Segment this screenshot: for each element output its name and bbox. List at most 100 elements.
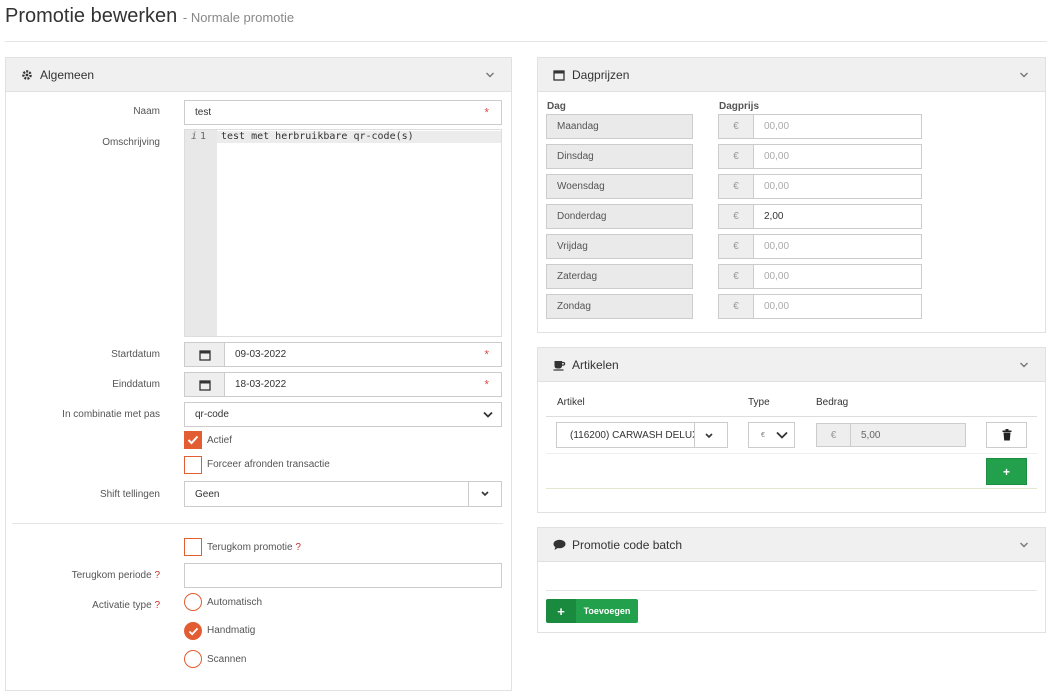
terugkom-periode-input[interactable]	[184, 563, 502, 588]
dagprijs-placeholder: 00,00	[764, 301, 790, 312]
bedrag-input[interactable]: 5,00	[850, 423, 966, 447]
day-label-box: Vrijdag	[546, 234, 693, 259]
dagprijs-input[interactable]: 00,00	[753, 294, 922, 319]
day-label-box: Zondag	[546, 294, 693, 319]
day-label-box: Dinsdag	[546, 144, 693, 169]
calendar-icon	[552, 68, 566, 82]
currency-addon: €	[718, 114, 754, 139]
dagprijs-input[interactable]: 00,00	[753, 234, 922, 259]
artikel-select[interactable]: (116200) CARWASH DELUXE	[556, 422, 728, 448]
batch-header[interactable]: Promotie code batch	[538, 528, 1045, 562]
col-dagprijs: Dagprijs	[719, 101, 760, 112]
help-icon[interactable]: ?	[154, 600, 160, 611]
dagprijs-input[interactable]: 2,00	[753, 204, 922, 229]
day-label-box: Donderdag	[546, 204, 693, 229]
algemeen-divider	[12, 523, 503, 524]
editor-line-text: test met herbruikbare qr-code(s)	[221, 131, 414, 142]
combinatie-label: In combinatie met pas	[62, 409, 160, 420]
artikel-row-rule	[546, 453, 1037, 454]
checkmark-icon	[188, 627, 198, 635]
radio-scannen-label: Scannen	[207, 654, 247, 665]
activatie-label: Activatie type ?	[0, 600, 160, 611]
dagprijzen-header[interactable]: Dagprijzen	[538, 58, 1045, 92]
radio-handmatig[interactable]	[184, 622, 202, 640]
dagprijs-input[interactable]: 00,00	[753, 144, 922, 169]
title-divider	[5, 41, 1047, 42]
einddatum-input[interactable]: 18-03-2022 *	[224, 372, 502, 397]
currency-addon: €	[718, 144, 754, 169]
type-value: €	[761, 431, 765, 439]
required-marker: *	[484, 104, 489, 119]
editor-gutter	[185, 130, 217, 336]
terugkom-periode-text: Terugkom periode	[71, 570, 152, 581]
einddatum-calendar-button[interactable]	[184, 372, 225, 397]
startdatum-input[interactable]: 09-03-2022 *	[224, 342, 502, 367]
actief-label: Actief	[207, 435, 233, 446]
artikelen-footer-rule	[546, 488, 1037, 489]
dagprijs-input[interactable]: 00,00	[753, 114, 922, 139]
dagprijs-placeholder: 00,00	[764, 241, 790, 252]
col-dag: Dag	[547, 101, 566, 112]
currency-addon: €	[718, 204, 754, 229]
add-artikel-button[interactable]: +	[986, 458, 1027, 485]
dagprijs-input[interactable]: 00,00	[753, 264, 922, 289]
page-title-text: Promotie bewerken	[5, 5, 178, 27]
chevron-down-icon[interactable]	[1019, 540, 1029, 550]
algemeen-title: Algemeen	[40, 67, 95, 82]
toevoegen-label: Toevoegen	[576, 599, 638, 623]
startdatum-calendar-button[interactable]	[184, 342, 225, 367]
artikelen-header[interactable]: Artikelen	[538, 348, 1045, 382]
combinatie-value: qr-code	[195, 409, 229, 420]
day-label-box: Maandag	[546, 114, 693, 139]
page-title: Promotie bewerken - Normale promotie	[5, 5, 294, 28]
actief-checkbox[interactable]	[184, 431, 202, 449]
dagprijs-placeholder: 00,00	[764, 181, 790, 192]
einddatum-value: 18-03-2022	[235, 379, 287, 390]
dagprijs-value: 2,00	[764, 211, 784, 222]
terugkom-promotie-checkbox[interactable]	[184, 538, 202, 556]
editor-info-marker: i	[191, 131, 198, 142]
radio-automatisch[interactable]	[184, 593, 202, 611]
chevron-down-icon[interactable]	[1019, 360, 1029, 370]
naam-input[interactable]: test *	[184, 100, 502, 125]
page-subtitle: - Normale promotie	[182, 10, 295, 25]
omschrijving-editor[interactable]: i 1 test met herbruikbare qr-code(s)	[184, 129, 502, 337]
startdatum-value: 09-03-2022	[235, 349, 287, 360]
chevron-down-icon	[481, 491, 489, 497]
artikelen-header-rule	[546, 416, 1037, 417]
chevron-down-icon	[705, 433, 713, 439]
shift-label: Shift tellingen	[99, 489, 160, 500]
chevron-down-icon[interactable]	[485, 70, 495, 80]
currency-addon: €	[718, 294, 754, 319]
artikelen-title: Artikelen	[572, 357, 619, 372]
help-icon[interactable]: ?	[154, 570, 160, 581]
currency-addon: €	[718, 174, 754, 199]
checkmark-icon	[187, 435, 199, 445]
algemeen-header[interactable]: Algemeen	[6, 58, 511, 92]
radio-automatisch-label: Automatisch	[207, 597, 263, 608]
shift-value: Geen	[195, 488, 220, 500]
activatie-text: Activatie type	[92, 600, 152, 611]
bedrag-currency: €	[816, 423, 851, 447]
help-icon[interactable]: ?	[295, 542, 301, 553]
radio-handmatig-label: Handmatig	[207, 625, 256, 636]
required-marker: *	[484, 346, 489, 361]
combinatie-select[interactable]: qr-code	[184, 402, 502, 427]
batch-rule	[546, 590, 1037, 591]
toevoegen-button[interactable]: + Toevoegen	[546, 599, 638, 623]
delete-artikel-button[interactable]	[986, 422, 1027, 448]
gear-icon	[20, 68, 34, 82]
shift-select-divider	[468, 482, 469, 506]
forceer-checkbox[interactable]	[184, 456, 202, 474]
col-type: Type	[748, 397, 770, 408]
dagprijs-input[interactable]: 00,00	[753, 174, 922, 199]
naam-value: test	[195, 107, 212, 118]
shift-select[interactable]: Geen	[184, 481, 502, 507]
naam-label: Naam	[133, 106, 160, 117]
type-select[interactable]: €	[748, 422, 795, 448]
editor-line-number: 1	[200, 131, 207, 142]
radio-scannen[interactable]	[184, 650, 202, 668]
chevron-down-icon[interactable]	[1019, 70, 1029, 80]
artikel-value: (116200) CARWASH DELUXE	[570, 429, 706, 441]
coffee-cup-icon	[552, 358, 566, 372]
